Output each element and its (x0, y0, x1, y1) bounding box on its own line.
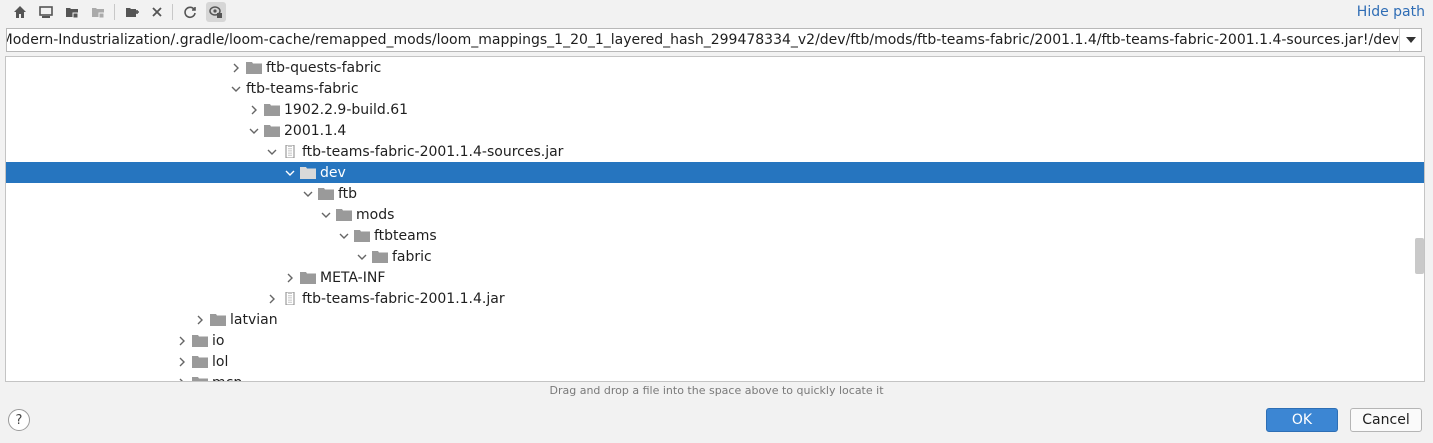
tree-row[interactable]: ftb (6, 183, 1424, 204)
chevron-right-icon[interactable] (174, 375, 190, 381)
tree-row[interactable]: mods (6, 204, 1424, 225)
chevron-down-icon[interactable] (228, 81, 244, 97)
tree-row-label: ftb-teams-fabric-2001.1.4-sources.jar (302, 143, 564, 160)
tree-row[interactable]: META-INF (6, 267, 1424, 288)
show-hidden-button[interactable] (206, 2, 226, 22)
chevron-right-icon[interactable] (228, 60, 244, 76)
folder-icon (300, 271, 316, 285)
tree-row-label: latvian (230, 311, 278, 328)
jar-icon (282, 292, 298, 306)
folder-icon (246, 61, 262, 75)
delete-icon (152, 7, 162, 17)
folder-icon (264, 103, 280, 117)
tree-row[interactable]: ftb-quests-fabric (6, 57, 1424, 78)
tree-row[interactable]: ftb-teams-fabric (6, 78, 1424, 99)
new-folder-button[interactable] (122, 2, 142, 22)
path-combobox[interactable]: o/java/Modern-Industrialization/.gradle/… (6, 28, 1422, 52)
toolbar-separator (114, 4, 115, 20)
folder-icon (192, 376, 208, 381)
tree-row[interactable]: io (6, 330, 1424, 351)
tree-row-label: fabric (392, 248, 432, 265)
tree-row[interactable]: ftbteams (6, 225, 1424, 246)
tree-row-label: ftb-teams-fabric-2001.1.4.jar (302, 290, 505, 307)
tree-row[interactable]: 1902.2.9-build.61 (6, 99, 1424, 120)
ok-button[interactable]: OK (1266, 408, 1338, 432)
folder-icon (264, 124, 280, 138)
folder-icon (318, 187, 334, 201)
tree-row-label: 2001.1.4 (284, 122, 347, 139)
tree-row-label: ftb-teams-fabric (246, 80, 359, 97)
chevron-down-icon[interactable] (318, 207, 334, 223)
path-value: o/java/Modern-Industrialization/.gradle/… (7, 32, 1399, 48)
tree-row[interactable]: 2001.1.4 (6, 120, 1424, 141)
chevron-right-icon[interactable] (174, 333, 190, 349)
folder-icon (210, 313, 226, 327)
chevron-down-icon[interactable] (354, 249, 370, 265)
delete-button[interactable] (147, 2, 167, 22)
tree-row[interactable]: lol (6, 351, 1424, 372)
refresh-icon (184, 6, 196, 19)
hide-path-link[interactable]: Hide path (1357, 4, 1425, 20)
module-folder-icon (92, 8, 105, 19)
tree-scrollbar-thumb[interactable] (1415, 238, 1424, 274)
chevron-right-icon[interactable] (282, 270, 298, 286)
tree-row[interactable]: ftb-teams-fabric-2001.1.4.jar (6, 288, 1424, 309)
tree-row[interactable]: latvian (6, 309, 1424, 330)
tree-row-label: lol (212, 353, 229, 370)
chevron-down-icon[interactable] (336, 228, 352, 244)
chevron-right-icon[interactable] (174, 354, 190, 370)
folder-icon (354, 229, 370, 243)
tree-row[interactable]: mcp (6, 372, 1424, 382)
folder-icon (300, 166, 316, 180)
tree-row-label: mcp (212, 375, 242, 382)
tree-row-label: dev (320, 164, 346, 181)
tree-row[interactable]: ftb-teams-fabric-2001.1.4-sources.jar (6, 141, 1424, 162)
folder-icon (192, 355, 208, 369)
tree-row-label: 1902.2.9-build.61 (284, 101, 409, 118)
toolbar: Hide path (0, 0, 1433, 25)
tree-row[interactable]: fabric (6, 246, 1424, 267)
jar-icon (282, 145, 298, 159)
home-icon (14, 6, 26, 18)
chevron-right-icon[interactable] (264, 291, 280, 307)
chevron-right-icon[interactable] (192, 312, 208, 328)
help-button[interactable]: ? (8, 409, 30, 431)
tree-row-label: mods (356, 206, 395, 223)
folder-icon (336, 208, 352, 222)
cancel-button[interactable]: Cancel (1350, 408, 1422, 432)
chevron-down-icon[interactable] (282, 165, 298, 181)
tree-row-label: io (212, 332, 225, 349)
chevron-down-icon (1405, 37, 1416, 43)
chevron-down-icon[interactable] (246, 123, 262, 139)
chevron-right-icon[interactable] (246, 102, 262, 118)
tree-row-label: META-INF (320, 269, 386, 286)
show-hidden-icon (209, 6, 222, 18)
refresh-button[interactable] (180, 2, 200, 22)
project-folder-icon (66, 8, 79, 19)
desktop-button[interactable] (36, 2, 56, 22)
path-input[interactable]: o/java/Modern-Industrialization/.gradle/… (7, 29, 1399, 51)
home-button[interactable] (10, 2, 30, 22)
folder-icon (192, 334, 208, 348)
chevron-down-icon[interactable] (264, 144, 280, 160)
chevron-down-icon[interactable] (300, 186, 316, 202)
toolbar-separator (172, 4, 173, 20)
tree-row-selected[interactable]: dev (6, 162, 1424, 183)
path-dropdown-button[interactable] (1399, 29, 1421, 51)
folder-icon (372, 250, 388, 264)
drag-drop-hint: Drag and drop a file into the space abov… (549, 384, 884, 397)
project-folder-button[interactable] (62, 2, 82, 22)
tree-row-label: ftb-quests-fabric (266, 59, 382, 76)
file-tree[interactable]: ftb-quests-fabric ftb-teams-fabric 1902.… (5, 56, 1425, 382)
new-folder-icon (126, 8, 139, 17)
tree-row-label: ftbteams (374, 227, 437, 244)
tree-row-label: ftb (338, 185, 358, 202)
module-folder-button[interactable] (88, 2, 108, 22)
desktop-icon (39, 6, 53, 18)
